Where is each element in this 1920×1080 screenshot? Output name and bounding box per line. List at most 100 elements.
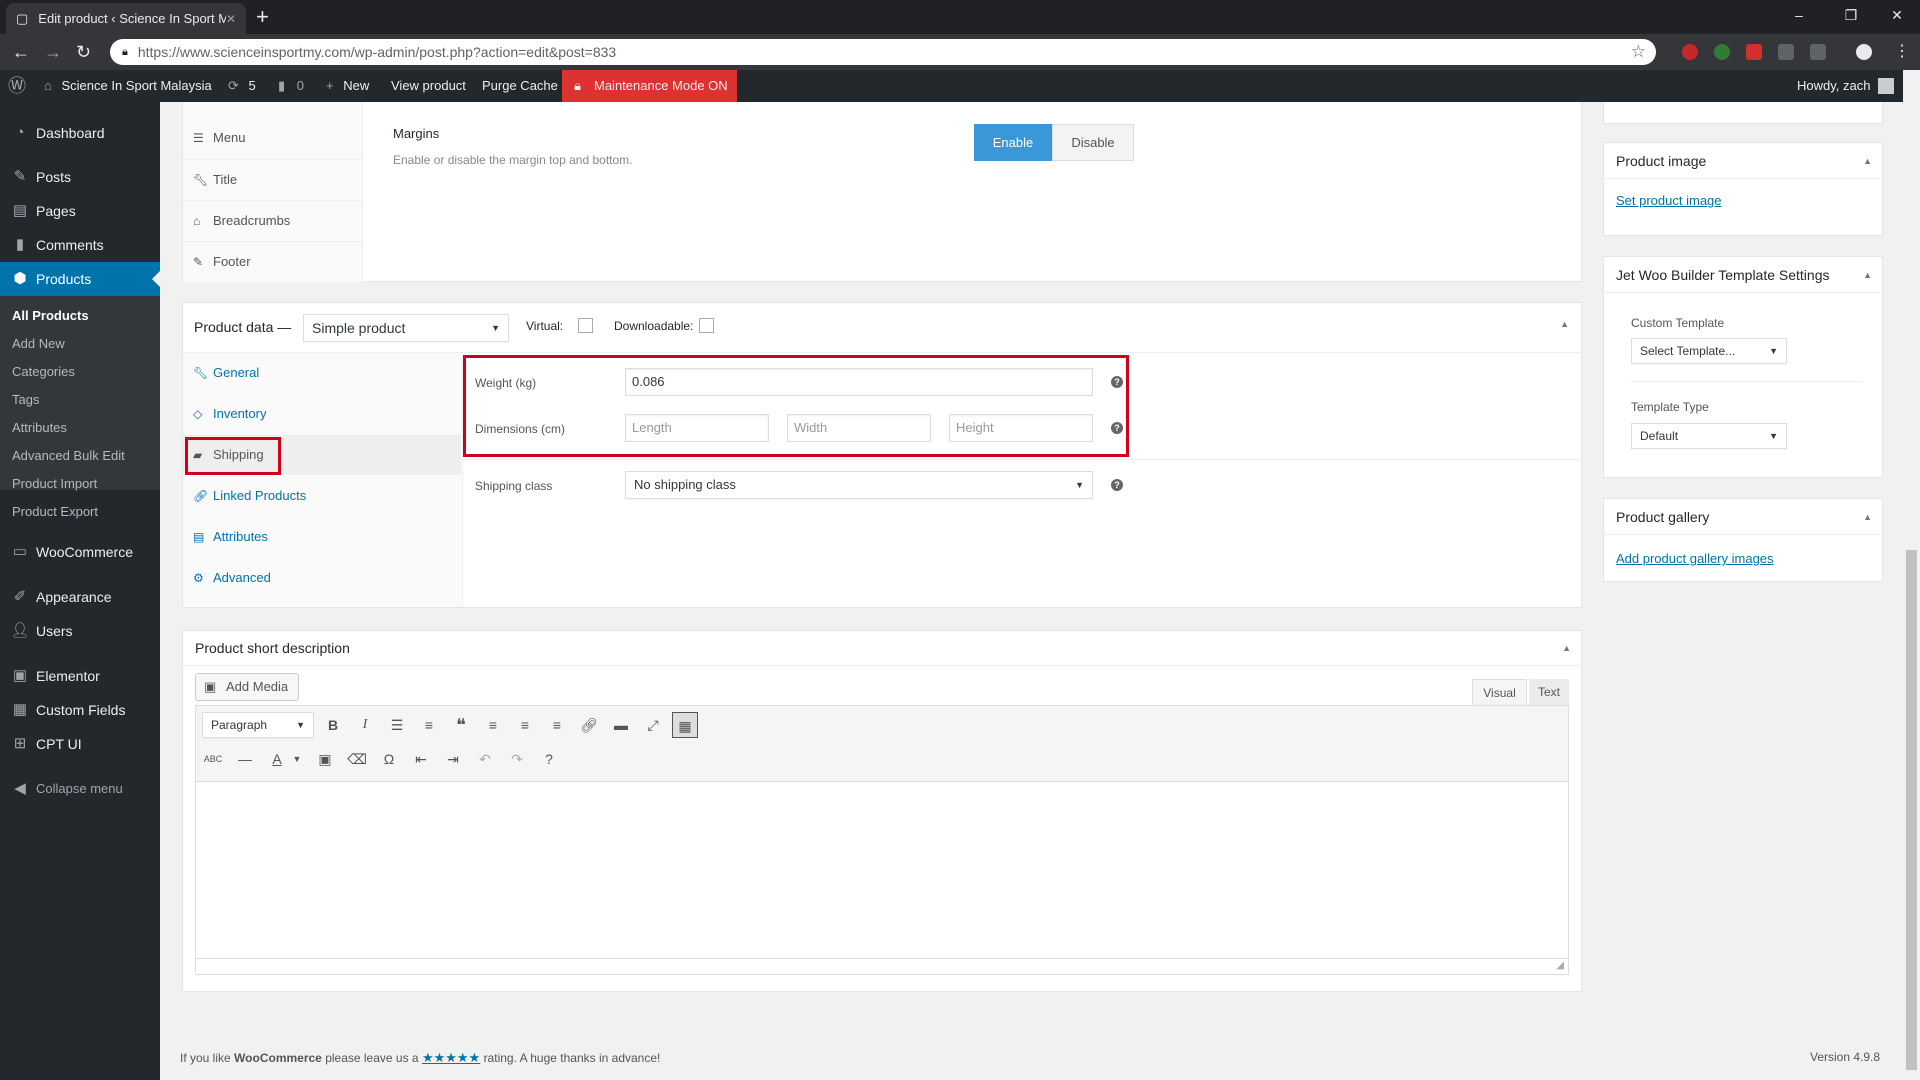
align-left-icon[interactable]: ≡ bbox=[480, 712, 506, 738]
strikethrough-icon[interactable]: ABC bbox=[200, 746, 226, 772]
indent-icon[interactable]: ⇥ bbox=[440, 746, 466, 772]
collapse-menu-button[interactable]: ◀ Collapse menu bbox=[0, 772, 160, 806]
sidebar-item-dashboard[interactable]: ◔ Dashboard bbox=[0, 116, 160, 150]
close-window-button[interactable]: ✕ bbox=[1874, 0, 1920, 30]
italic-icon[interactable]: I bbox=[352, 712, 378, 738]
template-type-select[interactable]: Default ▼ bbox=[1631, 423, 1787, 449]
resize-handle-icon[interactable]: ◢ bbox=[1556, 960, 1564, 971]
editor-content-area[interactable] bbox=[196, 782, 1568, 958]
restore-button[interactable]: ❐ bbox=[1828, 0, 1874, 30]
maintenance-mode-badge[interactable]: 🔒︎ Maintenance Mode ON bbox=[562, 70, 737, 102]
sidebar-item-comments[interactable]: ▮ Comments bbox=[0, 228, 160, 262]
collapse-toggle-icon[interactable]: ▲ bbox=[1863, 257, 1872, 293]
submenu-add-new[interactable]: Add New bbox=[12, 334, 65, 354]
virtual-checkbox[interactable] bbox=[578, 318, 593, 333]
avatar[interactable] bbox=[1878, 78, 1894, 94]
submenu-product-export[interactable]: Product Export bbox=[12, 502, 98, 522]
tab-text[interactable]: Text bbox=[1529, 679, 1569, 705]
submenu-categories[interactable]: Categories bbox=[12, 362, 75, 382]
custom-template-select[interactable]: Select Template... ▼ bbox=[1631, 338, 1787, 364]
shipping-class-select[interactable]: No shipping class ▼ bbox=[625, 471, 1093, 499]
clear-formatting-icon[interactable]: ⌫ bbox=[344, 746, 370, 772]
tab-advanced[interactable]: ⚙ Advanced bbox=[183, 558, 461, 598]
bullet-list-icon[interactable]: ☰ bbox=[384, 712, 410, 738]
sidebar-item-custom-fields[interactable]: ▦ Custom Fields bbox=[0, 693, 160, 727]
sidebar-item-cpt-ui[interactable]: ⊞ CPT UI bbox=[0, 727, 160, 761]
tab-visual[interactable]: Visual bbox=[1472, 679, 1527, 705]
extension-icon[interactable] bbox=[1778, 44, 1794, 60]
submenu-advanced-bulk-edit[interactable]: Advanced Bulk Edit bbox=[12, 446, 125, 466]
view-product-link[interactable]: View product bbox=[391, 70, 466, 102]
settings-tab-menu[interactable]: ☰ Menu bbox=[183, 118, 363, 158]
undo-icon[interactable]: ↶ bbox=[472, 746, 498, 772]
extension-icon[interactable] bbox=[1810, 44, 1826, 60]
settings-tab-breadcrumbs[interactable]: ⌂ Breadcrumbs bbox=[183, 200, 363, 240]
extension-icon[interactable] bbox=[1714, 44, 1730, 60]
sidebar-item-products[interactable]: ⬢ Products bbox=[0, 262, 160, 296]
horizontal-line-icon[interactable]: — bbox=[232, 746, 258, 772]
minimize-button[interactable]: – bbox=[1776, 0, 1822, 30]
collapse-toggle-icon[interactable]: ▲ bbox=[1560, 319, 1569, 329]
sidebar-item-appearance[interactable]: ✐ Appearance bbox=[0, 580, 160, 614]
sidebar-item-elementor[interactable]: ▣ Elementor bbox=[0, 659, 160, 693]
read-more-icon[interactable]: ▬ bbox=[608, 712, 634, 738]
sidebar-item-woocommerce[interactable]: ▭ WooCommerce bbox=[0, 535, 160, 569]
collapse-toggle-icon[interactable]: ▲ bbox=[1863, 143, 1872, 179]
tab-general[interactable]: 🔧︎ General bbox=[183, 353, 461, 393]
width-input[interactable]: Width bbox=[787, 414, 931, 442]
special-character-icon[interactable]: Ω bbox=[376, 746, 402, 772]
height-input[interactable]: Height bbox=[949, 414, 1093, 442]
submenu-tags[interactable]: Tags bbox=[12, 390, 39, 410]
downloadable-checkbox[interactable] bbox=[699, 318, 714, 333]
site-name-link[interactable]: ⌂ Science In Sport Malaysia bbox=[44, 70, 212, 102]
sidebar-item-users[interactable]: 👤︎ Users bbox=[0, 614, 160, 648]
redo-icon[interactable]: ↷ bbox=[504, 746, 530, 772]
add-gallery-images-link[interactable]: Add product gallery images bbox=[1616, 551, 1774, 566]
submenu-product-import[interactable]: Product Import bbox=[12, 474, 97, 494]
product-type-select[interactable]: Simple product ▼ bbox=[303, 314, 509, 342]
forward-icon[interactable]: → bbox=[44, 42, 62, 62]
bookmark-star-icon[interactable]: ☆ bbox=[1631, 42, 1646, 62]
outdent-icon[interactable]: ⇤ bbox=[408, 746, 434, 772]
length-input[interactable]: Length bbox=[625, 414, 769, 442]
help-icon[interactable]: ? bbox=[536, 746, 562, 772]
settings-tab-footer[interactable]: ✎ Footer bbox=[183, 241, 363, 281]
rating-stars-link[interactable]: ★★★★★ bbox=[422, 1050, 480, 1065]
new-tab-button[interactable]: + bbox=[256, 4, 269, 30]
submenu-attributes[interactable]: Attributes bbox=[12, 418, 67, 438]
close-tab-icon[interactable]: ✕ bbox=[226, 12, 236, 26]
profile-avatar[interactable] bbox=[1856, 44, 1872, 60]
wordpress-logo-icon[interactable]: Ⓦ bbox=[8, 70, 26, 102]
paste-text-icon[interactable]: ▣ bbox=[312, 746, 338, 772]
enable-button[interactable]: Enable bbox=[974, 124, 1052, 161]
back-icon[interactable]: ← bbox=[12, 42, 30, 62]
format-select[interactable]: Paragraph ▼ bbox=[202, 712, 314, 738]
settings-tab-title[interactable]: 🔧︎ Title bbox=[183, 159, 363, 199]
updates-link[interactable]: ⟳ 5 bbox=[228, 70, 256, 102]
scrollbar-thumb[interactable] bbox=[1906, 550, 1917, 1070]
address-bar[interactable]: 🔒︎ https://www.scienceinsportmy.com/wp-a… bbox=[110, 39, 1656, 65]
fullscreen-icon[interactable]: ⤢ bbox=[640, 712, 666, 738]
disable-button[interactable]: Disable bbox=[1052, 124, 1134, 161]
set-product-image-link[interactable]: Set product image bbox=[1616, 193, 1722, 208]
extension-icon[interactable] bbox=[1746, 44, 1762, 60]
tab-linked-products[interactable]: 🔗︎ Linked Products bbox=[183, 476, 461, 516]
blockquote-icon[interactable]: ❝ bbox=[448, 712, 474, 738]
align-right-icon[interactable]: ≡ bbox=[544, 712, 570, 738]
tab-inventory[interactable]: ◇ Inventory bbox=[183, 394, 461, 434]
collapse-toggle-icon[interactable]: ▲ bbox=[1863, 499, 1872, 535]
help-icon[interactable]: ? bbox=[1111, 422, 1123, 434]
chrome-menu-icon[interactable]: ⋮ bbox=[1894, 42, 1910, 62]
tab-attributes[interactable]: ▤ Attributes bbox=[183, 517, 461, 557]
align-center-icon[interactable]: ≡ bbox=[512, 712, 538, 738]
help-icon[interactable]: ? bbox=[1111, 479, 1123, 491]
add-media-button[interactable]: ▣ Add Media bbox=[195, 673, 299, 701]
weight-input[interactable]: 0.086 bbox=[625, 368, 1093, 396]
new-content-link[interactable]: + New bbox=[326, 70, 369, 102]
collapse-toggle-icon[interactable]: ▲ bbox=[1562, 631, 1571, 666]
reload-icon[interactable]: ↻ bbox=[76, 42, 91, 62]
submenu-all-products[interactable]: All Products bbox=[12, 306, 89, 326]
toolbar-toggle-icon[interactable]: ▦ bbox=[672, 712, 698, 738]
howdy-user-link[interactable]: Howdy, zach bbox=[1797, 70, 1870, 102]
comments-link[interactable]: ▮ 0 bbox=[278, 70, 304, 102]
